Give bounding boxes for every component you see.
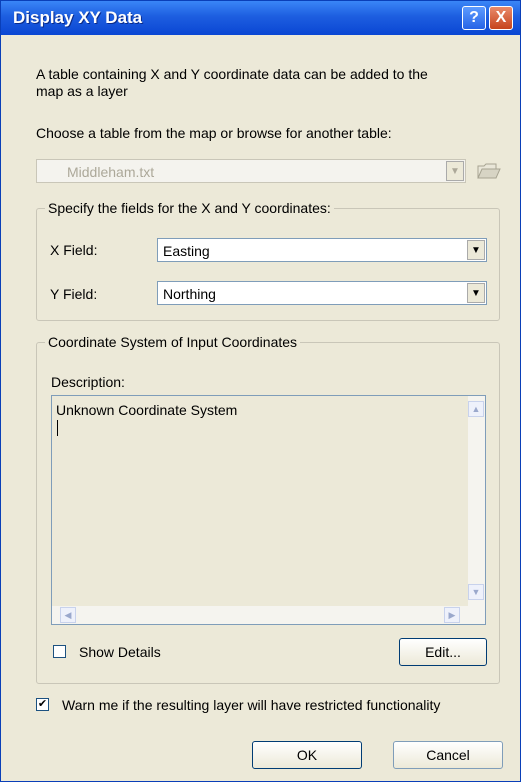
- scroll-left-icon[interactable]: ◀: [60, 607, 76, 623]
- show-details-label: Show Details: [79, 644, 161, 660]
- browse-button[interactable]: [474, 157, 502, 183]
- ok-button[interactable]: OK: [252, 741, 362, 769]
- text-cursor: [57, 420, 58, 436]
- intro-text-line1: A table containing X and Y coordinate da…: [36, 66, 428, 82]
- description-label: Description:: [51, 374, 125, 390]
- cancel-button[interactable]: Cancel: [393, 741, 503, 769]
- checkmark-icon: ✔: [37, 698, 48, 710]
- warn-label: Warn me if the resulting layer will have…: [62, 697, 441, 713]
- dialog-window: Display XY Data ? X A table containing X…: [0, 0, 521, 782]
- close-icon: X: [495, 9, 507, 26]
- x-field-label: X Field:: [50, 242, 98, 258]
- y-field-value: Northing: [163, 286, 216, 302]
- close-button[interactable]: X: [489, 6, 513, 30]
- help-button[interactable]: ?: [462, 6, 486, 30]
- warn-checkbox[interactable]: ✔: [36, 698, 49, 711]
- description-text: Unknown Coordinate System: [56, 402, 238, 418]
- x-field-value: Easting: [163, 243, 210, 259]
- xy-fields-group-label: Specify the fields for the X and Y coord…: [45, 200, 334, 216]
- scroll-down-icon[interactable]: ▼: [468, 584, 484, 600]
- coordinate-system-group-label: Coordinate System of Input Coordinates: [45, 334, 301, 350]
- horizontal-scrollbar[interactable]: ◀ ▶: [52, 606, 485, 624]
- edit-button[interactable]: Edit...: [399, 638, 487, 666]
- y-field-label: Y Field:: [50, 286, 98, 302]
- intro-text-line2: map as a layer: [36, 83, 128, 99]
- chevron-down-icon[interactable]: ▼: [467, 283, 485, 303]
- table-value: Middleham.txt: [67, 164, 155, 180]
- y-field-select[interactable]: Northing ▼: [157, 281, 487, 305]
- table-label: Choose a table from the map or browse fo…: [36, 125, 392, 141]
- help-icon: ?: [469, 9, 479, 26]
- scroll-up-icon[interactable]: ▲: [468, 401, 484, 417]
- chevron-down-icon[interactable]: ▼: [467, 240, 485, 260]
- description-textarea[interactable]: Unknown Coordinate System ▲ ▼ ◀ ▶: [51, 395, 486, 625]
- scroll-right-icon[interactable]: ▶: [444, 607, 460, 623]
- show-details-checkbox[interactable]: [53, 645, 66, 658]
- table-combo[interactable]: Middleham.txt ▼: [36, 159, 466, 183]
- dialog-title: Display XY Data: [13, 8, 143, 27]
- chevron-down-icon[interactable]: ▼: [446, 161, 464, 181]
- title-bar[interactable]: Display XY Data ? X: [1, 1, 520, 35]
- open-folder-icon: [477, 163, 501, 179]
- vertical-scrollbar[interactable]: ▲ ▼: [468, 396, 485, 606]
- x-field-select[interactable]: Easting ▼: [157, 238, 487, 262]
